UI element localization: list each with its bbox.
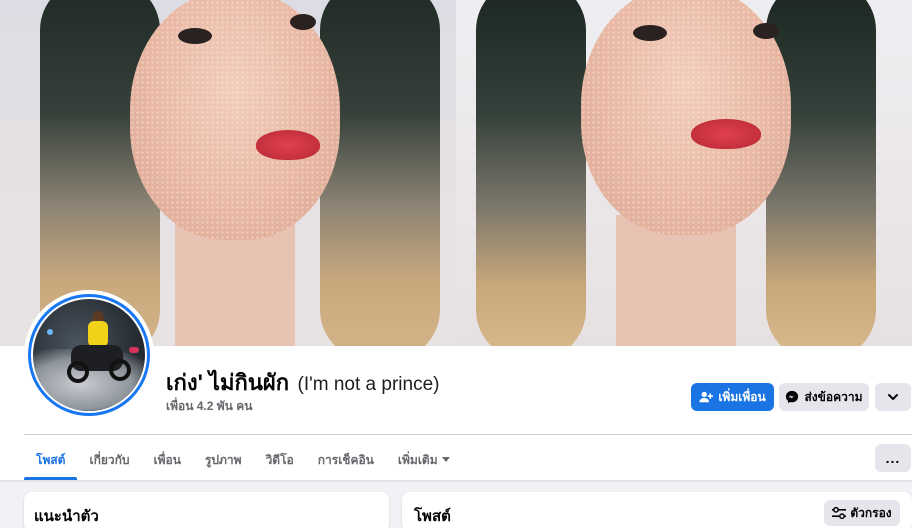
profile-tabs: โพสต์ เกี่ยวกับ เพื่อน รูปภาพ วิดีโอ การ…	[24, 440, 462, 480]
message-button[interactable]: ส่งข้อความ	[779, 383, 869, 411]
cover-photo[interactable]	[0, 0, 912, 346]
posts-card: โพสต์ ตัวกรอง	[402, 492, 912, 528]
sliders-icon	[832, 507, 847, 519]
tab-checkins[interactable]: การเช็คอิน	[306, 440, 386, 480]
tabs-overflow-button[interactable]: ...	[875, 444, 911, 472]
add-friend-button[interactable]: เพิ่มเพื่อน	[691, 383, 774, 411]
tab-friends[interactable]: เพื่อน	[142, 440, 193, 480]
chevron-down-icon	[887, 391, 899, 403]
profile-avatar[interactable]	[24, 290, 154, 420]
tab-videos[interactable]: วิดีโอ	[254, 440, 306, 480]
tab-label: โพสต์	[36, 452, 66, 467]
tab-label: การเช็คอิน	[317, 452, 374, 467]
filter-label: ตัวกรอง	[850, 505, 892, 520]
avatar-photo	[31, 297, 147, 413]
face	[581, 0, 791, 235]
intro-card: แนะนำตัว	[24, 492, 389, 528]
tab-photos[interactable]: รูปภาพ	[193, 440, 254, 480]
profile-name: เก่ง' ไม่กินผัก	[166, 370, 290, 395]
hair-left	[476, 0, 586, 346]
hair-right	[766, 0, 876, 346]
tab-more[interactable]: เพิ่มเติม	[386, 440, 462, 480]
tab-label: เกี่ยวกับ	[89, 452, 130, 467]
story-ring	[28, 294, 150, 416]
friends-count[interactable]: เพื่อน 4.2 พัน คน	[166, 397, 252, 416]
tab-label: เพื่อน	[153, 452, 181, 467]
more-actions-dropdown[interactable]	[875, 383, 911, 411]
hair-right	[320, 0, 440, 346]
tab-posts[interactable]: โพสต์	[24, 440, 78, 480]
profile-alternate-name: (I'm not a prince)	[297, 374, 440, 395]
message-label: ส่งข้อความ	[804, 389, 863, 404]
add-friend-label: เพิ่มเพื่อน	[718, 389, 766, 404]
posts-card-title: โพสต์	[414, 508, 451, 525]
intro-card-title: แนะนำตัว	[34, 508, 99, 525]
tab-about[interactable]: เกี่ยวกับ	[77, 440, 141, 480]
cover-photo-right	[456, 0, 912, 346]
header-divider	[24, 434, 912, 435]
tab-label: เพิ่มเติม	[397, 452, 438, 467]
profile-name-row: เก่ง' ไม่กินผัก (I'm not a prince)	[166, 365, 439, 400]
face	[130, 0, 340, 240]
messenger-icon	[785, 390, 799, 404]
filter-button[interactable]: ตัวกรอง	[824, 500, 900, 526]
caret-down-icon	[441, 457, 450, 463]
person-plus-icon	[699, 390, 714, 404]
tab-label: วิดีโอ	[265, 452, 294, 467]
tab-label: รูปภาพ	[204, 452, 242, 467]
